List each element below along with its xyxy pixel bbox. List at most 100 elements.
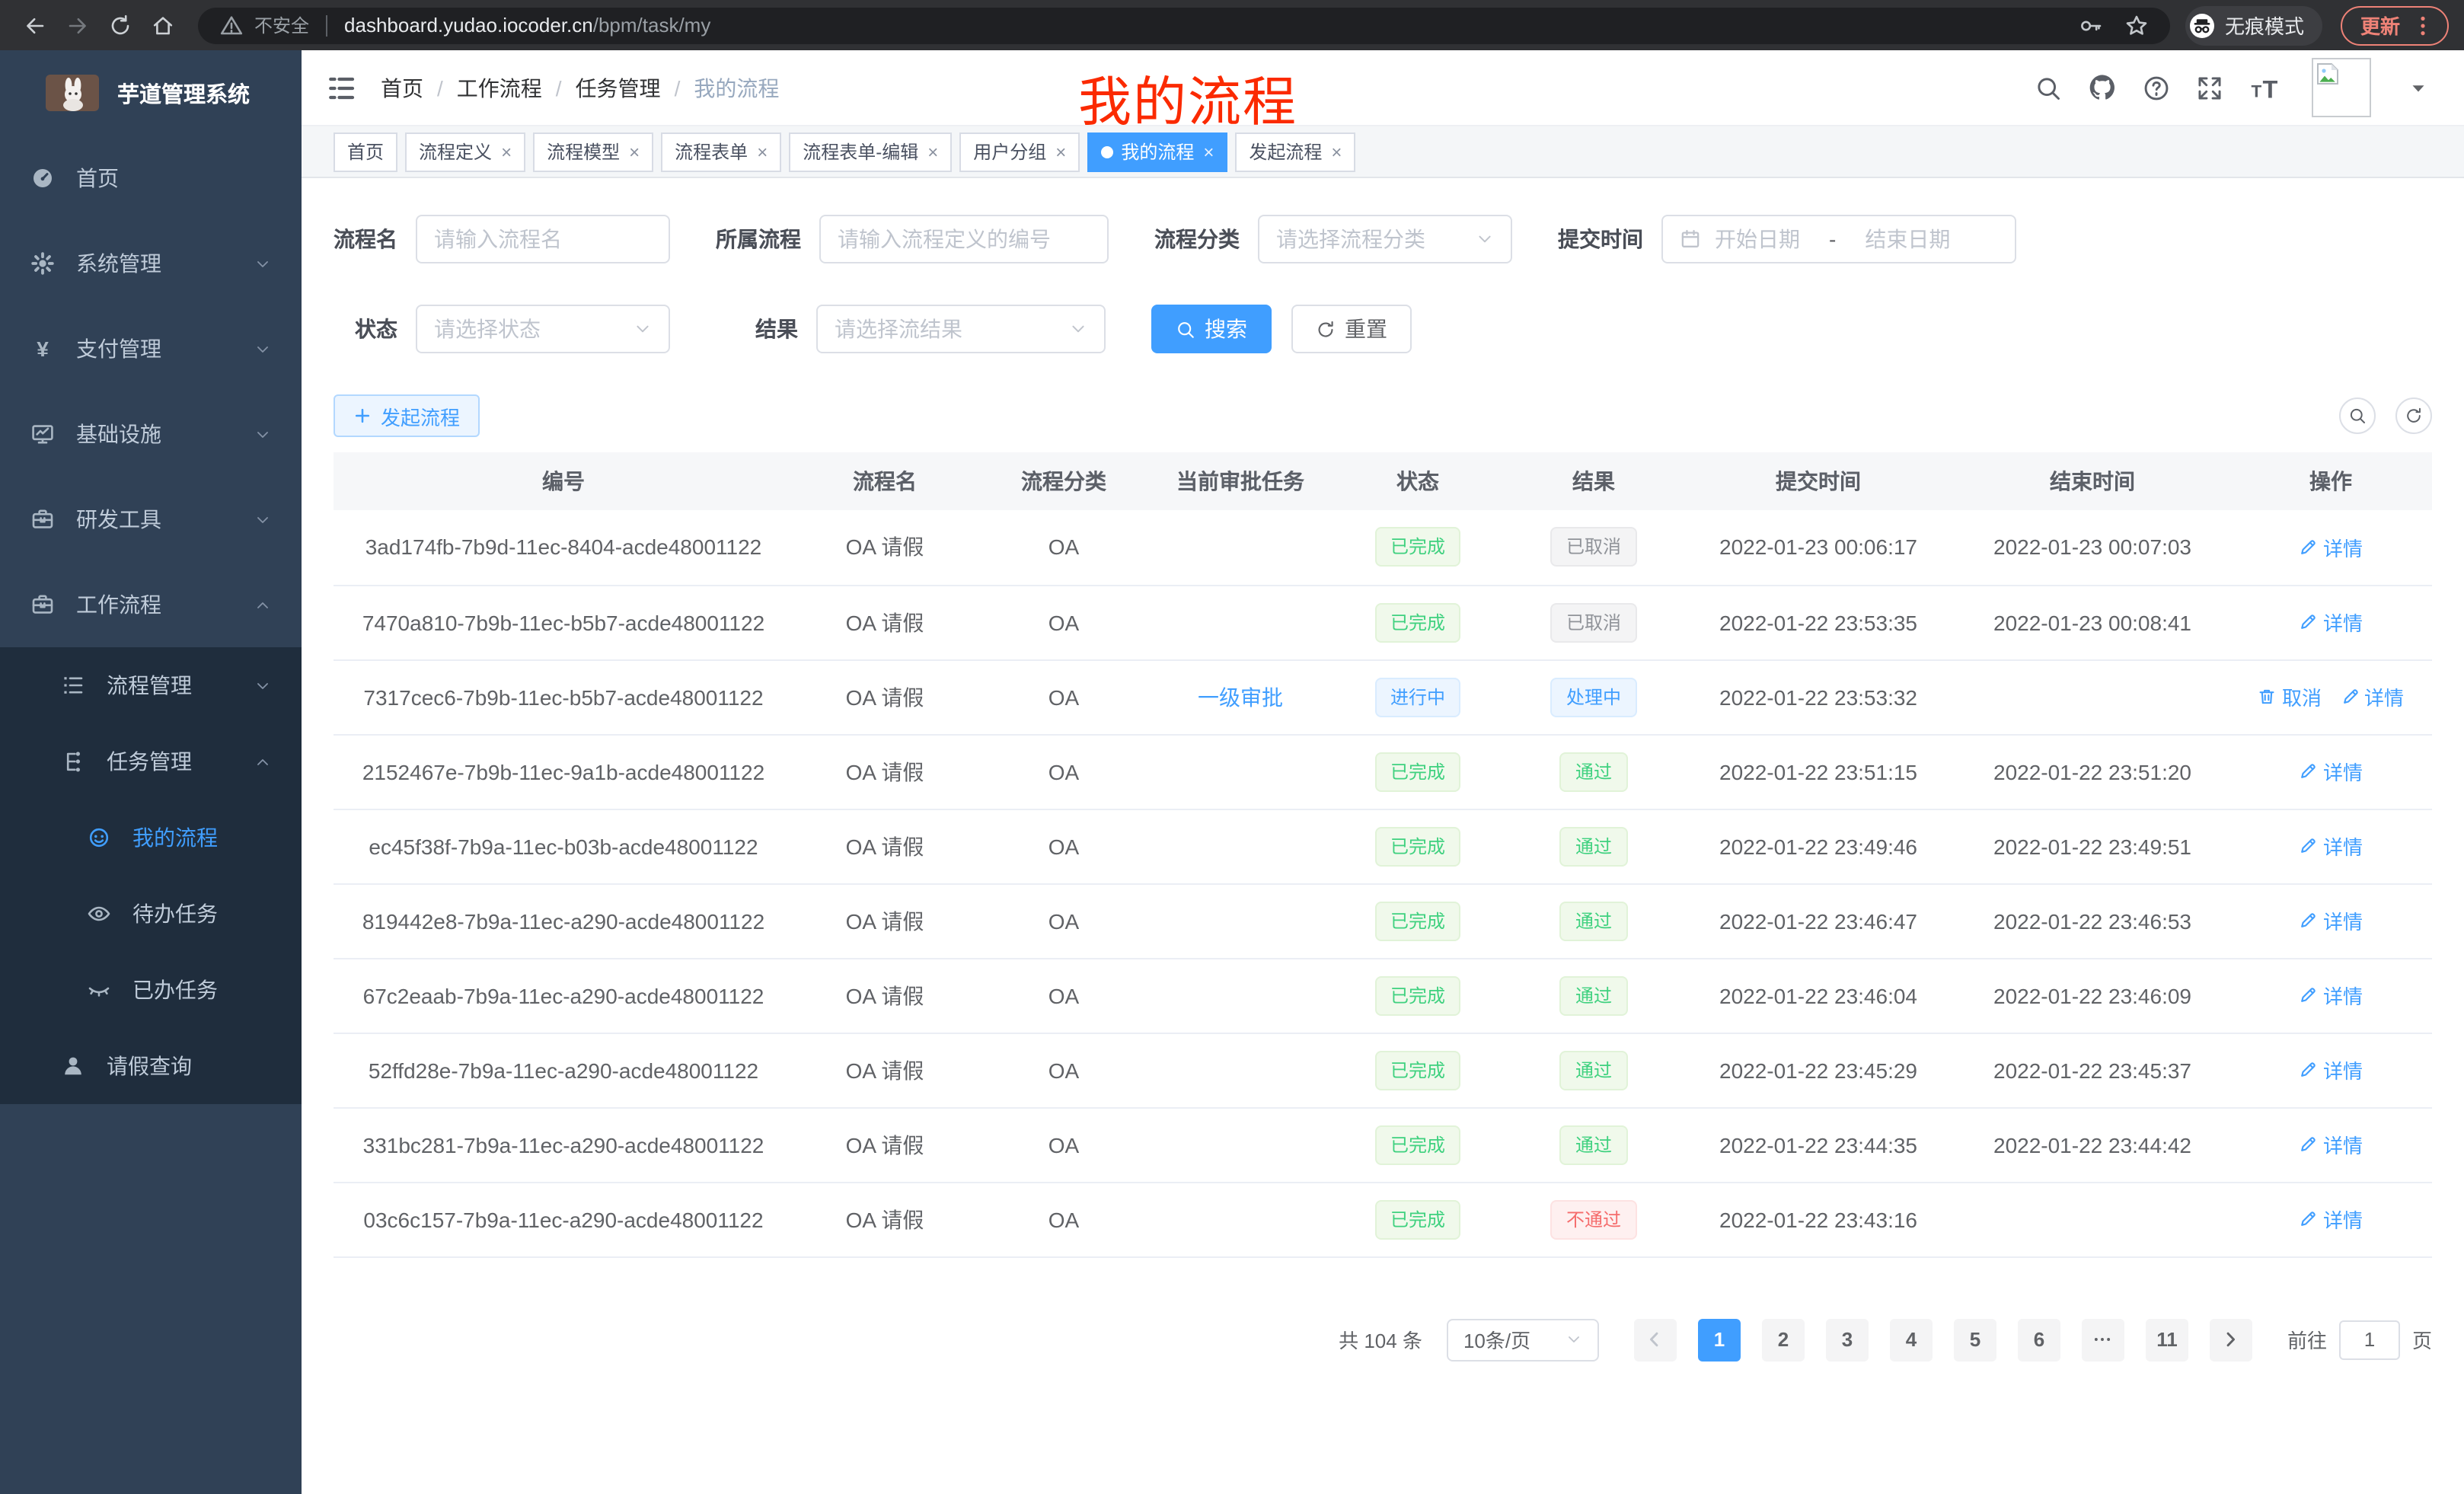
- sidebar-item-我的流程[interactable]: 我的流程: [0, 800, 302, 876]
- sidebar-logo-row[interactable]: 芋道管理系统: [0, 50, 302, 136]
- next-page-button[interactable]: [2210, 1318, 2252, 1361]
- process-definition-input[interactable]: [819, 215, 1109, 263]
- cell-actions: 详情: [2229, 510, 2432, 585]
- sidebar-item-待办任务[interactable]: 待办任务: [0, 876, 302, 952]
- page-button-2[interactable]: 2: [1762, 1318, 1805, 1361]
- detail-link[interactable]: 详情: [2299, 981, 2363, 1010]
- category-select[interactable]: 请选择流程分类: [1258, 215, 1512, 263]
- refresh-table-button[interactable]: [2395, 397, 2432, 434]
- more-pages-icon[interactable]: [2082, 1318, 2124, 1361]
- avatar-caret-down-icon[interactable]: [2409, 78, 2427, 97]
- sidebar-item-工作流程[interactable]: 工作流程: [0, 562, 302, 647]
- close-tab-icon[interactable]: ×: [927, 141, 938, 162]
- detail-link[interactable]: 详情: [2299, 832, 2363, 860]
- dashboard-icon: [30, 166, 55, 190]
- result-select[interactable]: 请选择流结果: [816, 305, 1106, 353]
- close-tab-icon[interactable]: ×: [501, 141, 512, 162]
- sidebar-item-研发工具[interactable]: 研发工具: [0, 477, 302, 562]
- task-link[interactable]: 一级审批: [1198, 685, 1283, 709]
- browser-forward-icon[interactable]: [58, 5, 97, 45]
- page-button-5[interactable]: 5: [1954, 1318, 1996, 1361]
- cell-submit-time: 2022-01-22 23:44:35: [1681, 1107, 1955, 1182]
- process-name-input[interactable]: [416, 215, 670, 263]
- sidebar-item-label: 首页: [76, 163, 119, 193]
- page-button-11[interactable]: 11: [2146, 1318, 2188, 1361]
- browser-home-icon[interactable]: [143, 5, 183, 45]
- browser-back-icon[interactable]: [15, 5, 55, 45]
- goto-page-input[interactable]: [2339, 1320, 2400, 1359]
- status-select[interactable]: 请选择状态: [416, 305, 670, 353]
- svg-text:T: T: [2252, 81, 2262, 100]
- close-tab-icon[interactable]: ×: [1203, 141, 1214, 162]
- prev-page-button[interactable]: [1634, 1318, 1677, 1361]
- search-button[interactable]: 搜索: [1151, 305, 1272, 353]
- tab-流程表单[interactable]: 流程表单×: [661, 132, 781, 171]
- close-tab-icon[interactable]: ×: [629, 141, 640, 162]
- tab-我的流程[interactable]: 我的流程×: [1087, 132, 1227, 171]
- column-header-当前审批任务: 当前审批任务: [1151, 452, 1329, 510]
- page-button-1[interactable]: 1: [1698, 1318, 1741, 1361]
- page-button-3[interactable]: 3: [1826, 1318, 1869, 1361]
- detail-link[interactable]: 详情: [2299, 906, 2363, 935]
- sidebar-item-任务管理[interactable]: 任务管理: [0, 723, 302, 800]
- browser-reload-icon[interactable]: [101, 5, 140, 45]
- breadcrumb-item[interactable]: 首页: [381, 72, 423, 103]
- reset-button[interactable]: 重置: [1291, 305, 1412, 353]
- fullscreen-icon[interactable]: [2196, 74, 2223, 101]
- breadcrumb-item[interactable]: 工作流程: [457, 72, 542, 103]
- detail-link[interactable]: 详情: [2299, 1055, 2363, 1084]
- tab-流程表单-编辑[interactable]: 流程表单-编辑×: [789, 132, 952, 171]
- close-tab-icon[interactable]: ×: [757, 141, 768, 162]
- detail-link[interactable]: 详情: [2299, 608, 2363, 637]
- password-key-icon[interactable]: [2079, 13, 2103, 37]
- tab-首页[interactable]: 首页: [334, 132, 397, 171]
- cancel-link[interactable]: 取消: [2258, 682, 2322, 711]
- bookmark-star-icon[interactable]: [2124, 13, 2149, 37]
- tab-流程模型[interactable]: 流程模型×: [533, 132, 653, 171]
- detail-link[interactable]: 详情: [2299, 1130, 2363, 1159]
- detail-link[interactable]: 详情: [2340, 682, 2404, 711]
- url-host: dashboard.yudao.iocoder.cn: [344, 14, 593, 37]
- eye-icon: [87, 902, 111, 926]
- avatar[interactable]: [2312, 58, 2371, 117]
- detail-link[interactable]: 详情: [2299, 757, 2363, 786]
- sidebar-item-支付管理[interactable]: ¥支付管理: [0, 306, 302, 391]
- sidebar-item-已办任务[interactable]: 已办任务: [0, 952, 302, 1028]
- tab-用户分组[interactable]: 用户分组×: [959, 132, 1080, 171]
- page-button-6[interactable]: 6: [2018, 1318, 2060, 1361]
- help-icon[interactable]: [2143, 74, 2170, 101]
- tab-发起流程[interactable]: 发起流程×: [1235, 132, 1355, 171]
- tab-流程定义[interactable]: 流程定义×: [405, 132, 525, 171]
- browser-chrome: 不安全 dashboard.yudao.iocoder.cn /bpm/task…: [0, 0, 2464, 50]
- cell-submit-time: 2022-01-22 23:51:15: [1681, 734, 1955, 809]
- sidebar-item-基础设施[interactable]: 基础设施: [0, 391, 302, 477]
- close-tab-icon[interactable]: ×: [1331, 141, 1342, 162]
- browser-menu-dots-icon[interactable]: [2411, 13, 2435, 37]
- goto-label: 前往: [2287, 1325, 2327, 1354]
- header-search-icon[interactable]: [2035, 74, 2062, 101]
- close-tab-icon[interactable]: ×: [1055, 141, 1066, 162]
- font-size-icon[interactable]: TT: [2249, 72, 2280, 103]
- sidebar-fold-icon[interactable]: [326, 72, 356, 103]
- cell-category: OA: [976, 1182, 1151, 1256]
- chevron-down-icon: [1069, 320, 1087, 338]
- column-header-流程名: 流程名: [793, 452, 976, 510]
- browser-update-button[interactable]: 更新: [2341, 5, 2449, 45]
- page-size-select[interactable]: 10条/页: [1447, 1318, 1599, 1361]
- sidebar-item-流程管理[interactable]: 流程管理: [0, 647, 302, 723]
- chevron-down-icon: [1566, 1331, 1582, 1348]
- sidebar-item-请假查询[interactable]: 请假查询: [0, 1028, 302, 1104]
- detail-link[interactable]: 详情: [2299, 533, 2363, 562]
- breadcrumb-separator: /: [675, 75, 681, 100]
- page-button-4[interactable]: 4: [1890, 1318, 1933, 1361]
- sidebar-item-首页[interactable]: 首页: [0, 136, 302, 221]
- detail-link[interactable]: 详情: [2299, 1205, 2363, 1234]
- create-process-button[interactable]: 发起流程: [334, 394, 480, 437]
- cell-submit-time: 2022-01-22 23:53:32: [1681, 659, 1955, 734]
- sidebar-item-系统管理[interactable]: 系统管理: [0, 221, 302, 306]
- address-bar[interactable]: 不安全 dashboard.yudao.iocoder.cn /bpm/task…: [198, 7, 2170, 43]
- show-search-button[interactable]: [2339, 397, 2376, 434]
- date-range-picker[interactable]: 开始日期 - 结束日期: [1661, 215, 2016, 263]
- breadcrumb-item[interactable]: 任务管理: [576, 72, 661, 103]
- github-icon[interactable]: [2088, 73, 2117, 102]
